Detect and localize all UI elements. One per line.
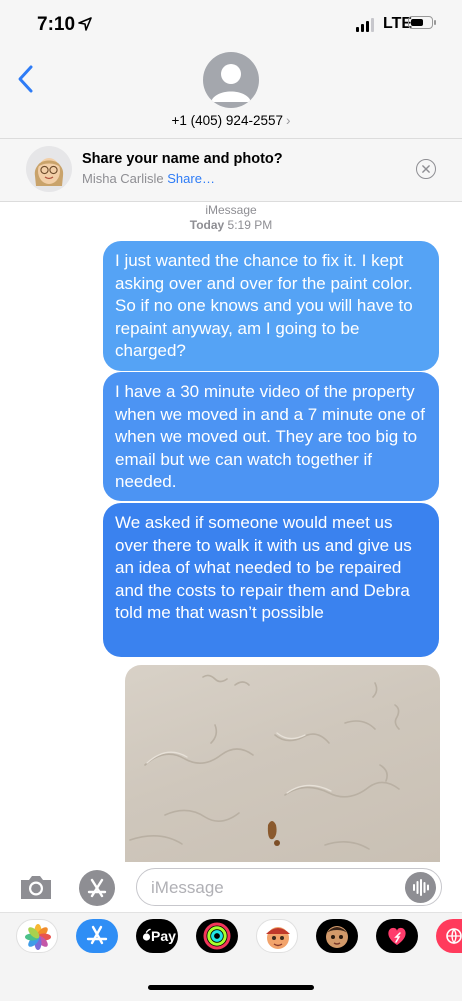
message-bubble[interactable]: We asked if someone would meet us over t…	[103, 503, 439, 657]
battery-icon	[408, 16, 433, 29]
home-indicator[interactable]	[148, 985, 314, 990]
message-bubble[interactable]: I have a 30 minute video of the property…	[103, 372, 439, 501]
animoji-app-icon[interactable]	[316, 919, 358, 953]
contact-number: +1 (405) 924-2557	[171, 113, 283, 128]
web-app-icon[interactable]	[436, 919, 462, 953]
share-banner-name: Misha Carlisle	[82, 171, 164, 186]
cellular-signal-icon	[356, 18, 378, 32]
close-banner-icon[interactable]	[416, 159, 436, 179]
photos-app-icon[interactable]	[16, 919, 58, 953]
memoji-avatar	[26, 146, 72, 192]
photo-attachment[interactable]	[125, 665, 440, 865]
memoji-app-icon[interactable]	[256, 919, 298, 953]
memoji-face-icon	[34, 158, 64, 186]
battery-cap	[434, 20, 436, 25]
audio-message-button[interactable]	[405, 872, 436, 903]
app-store-app-icon[interactable]	[76, 919, 118, 953]
timestamp-day: Today	[189, 218, 225, 232]
thread-timestamp: Today 5:19 PM	[0, 218, 462, 232]
apple-pay-label: Pay	[151, 928, 176, 944]
back-chevron-icon[interactable]	[16, 64, 34, 94]
contact-name[interactable]: +1 (405) 924-2557 ›	[0, 113, 462, 128]
chevron-right-icon: ›	[285, 113, 291, 128]
digital-touch-app-icon[interactable]	[376, 919, 418, 953]
location-arrow-icon	[78, 17, 92, 31]
app-store-icon	[87, 878, 107, 898]
message-input-placeholder: iMessage	[151, 878, 224, 897]
activity-app-icon[interactable]	[196, 919, 238, 953]
camera-icon[interactable]	[18, 873, 54, 901]
waveform-icon	[413, 879, 429, 896]
message-bubble[interactable]: I just wanted the chance to fix it. I ke…	[103, 241, 439, 371]
share-banner-subtitle: Misha Carlisle Share…	[82, 171, 215, 186]
service-label: iMessage	[205, 203, 257, 217]
app-store-button[interactable]	[79, 870, 115, 906]
share-banner-title: Share your name and photo?	[82, 151, 283, 167]
timestamp-time: 5:19 PM	[227, 218, 273, 232]
contact-avatar[interactable]	[203, 52, 259, 108]
share-link[interactable]: Share…	[167, 171, 215, 186]
apple-pay-app-icon[interactable]: Pay	[136, 919, 178, 953]
textured-wall-image	[129, 674, 400, 850]
status-time: 7:10	[37, 14, 76, 35]
person-silhouette-icon	[211, 64, 251, 102]
